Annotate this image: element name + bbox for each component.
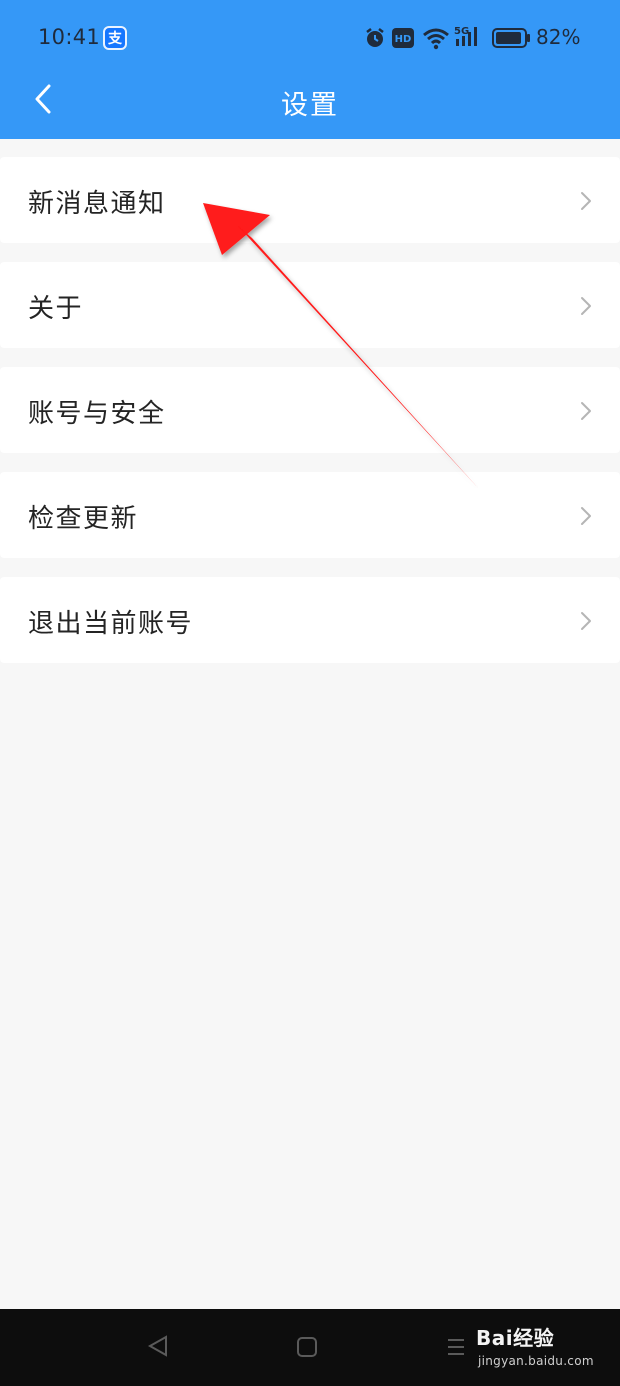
back-triangle-icon[interactable]	[146, 1335, 170, 1357]
status-bar: 10:41 支 HD 5G 82%	[0, 0, 620, 76]
wifi-icon	[423, 28, 449, 50]
menu-item-logout[interactable]: 退出当前账号	[0, 577, 620, 663]
alipay-app-icon: 支	[103, 26, 127, 50]
chevron-right-icon	[581, 612, 591, 630]
5g-signal-icon: 5G	[454, 26, 477, 46]
menu-item-label: 账号与安全	[28, 399, 166, 429]
page-title: 设置	[281, 90, 339, 121]
system-navigation-bar: Bai经验 jingyan.baidu.com	[0, 1309, 620, 1386]
hd-icon: HD	[392, 28, 414, 48]
chevron-right-icon	[581, 507, 591, 525]
status-time: 10:41	[38, 25, 101, 49]
baidu-jingyan-watermark: Bai经验	[476, 1326, 555, 1350]
menu-lines-icon[interactable]	[446, 1336, 466, 1358]
alarm-icon	[366, 28, 384, 47]
menu-item-about[interactable]: 关于	[0, 262, 620, 348]
battery-percent: 82%	[536, 25, 581, 49]
menu-item-label: 检查更新	[28, 504, 139, 534]
chevron-right-icon	[581, 192, 591, 210]
watermark-url: jingyan.baidu.com	[478, 1354, 594, 1368]
menu-item-label: 新消息通知	[28, 189, 166, 219]
home-square-icon[interactable]	[296, 1336, 318, 1358]
chevron-right-icon	[581, 297, 591, 315]
menu-item-label: 关于	[28, 294, 84, 324]
nav-bar: 设置	[0, 76, 620, 139]
chevron-right-icon	[581, 402, 591, 420]
menu-item-account-security[interactable]: 账号与安全	[0, 367, 620, 453]
battery-icon	[492, 28, 530, 48]
svg-text:5G: 5G	[454, 26, 469, 37]
top-header: 10:41 支 HD 5G 82% 设置	[0, 0, 620, 139]
menu-item-check-update[interactable]: 检查更新	[0, 472, 620, 558]
svg-text:HD: HD	[395, 34, 412, 45]
menu-item-new-message-notification[interactable]: 新消息通知	[0, 157, 620, 243]
menu-item-label: 退出当前账号	[28, 609, 194, 639]
status-icons: HD 5G 82%	[364, 24, 604, 54]
